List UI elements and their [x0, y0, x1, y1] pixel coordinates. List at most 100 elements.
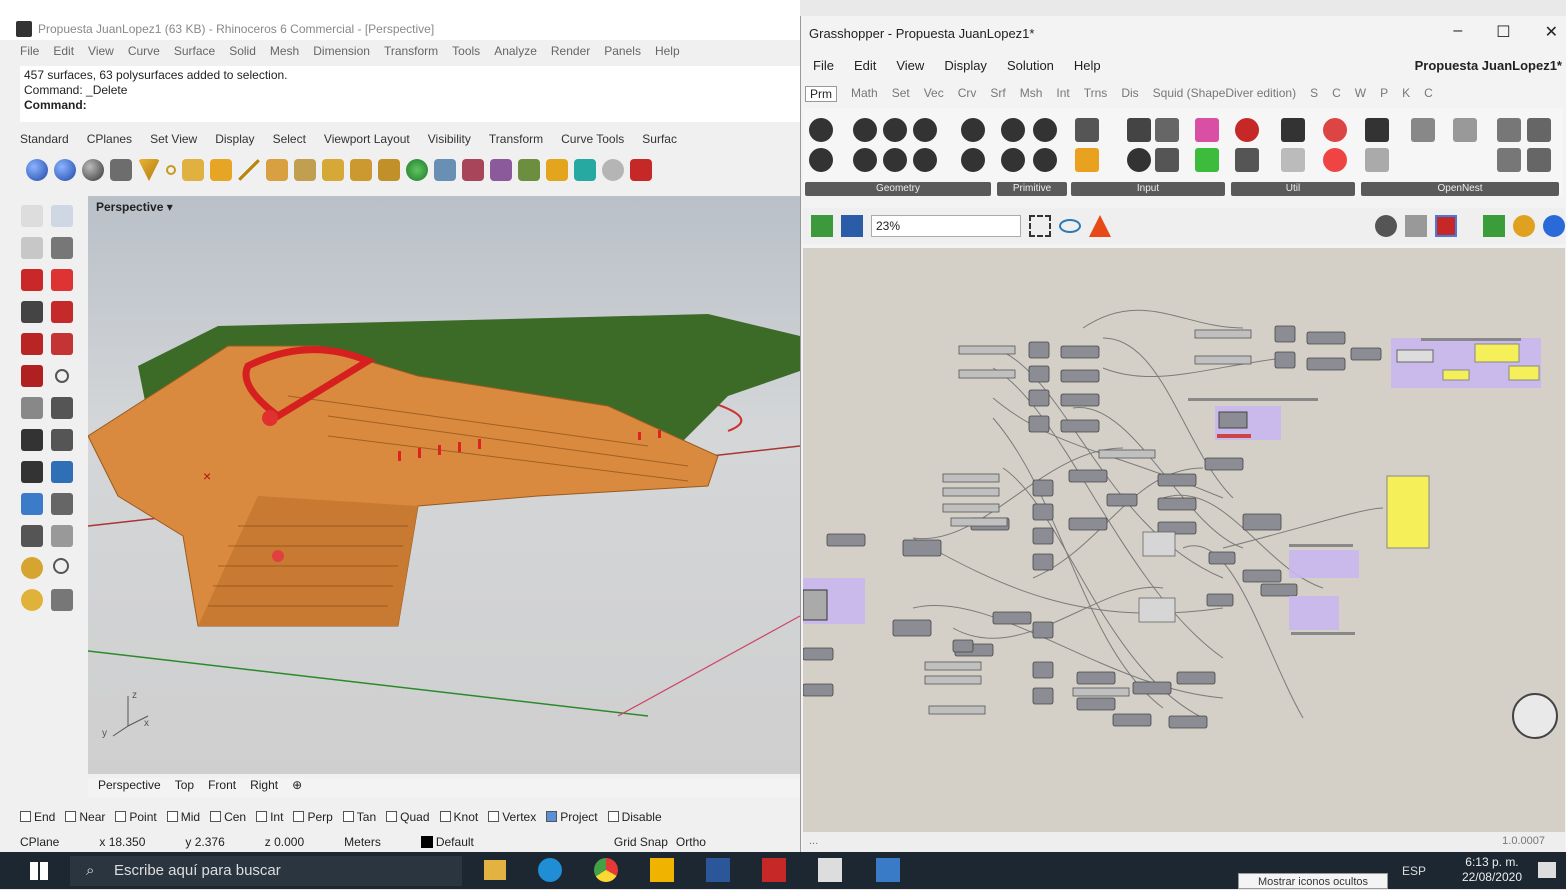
save-file-icon[interactable]: [841, 215, 863, 237]
rhino-taskbar-icon[interactable]: [818, 858, 842, 882]
status-layer[interactable]: Default: [420, 835, 514, 849]
curve-red-icon[interactable]: [21, 269, 43, 291]
box-icon[interactable]: [546, 159, 568, 181]
gradient-input-icon[interactable]: [1195, 118, 1219, 142]
rhino-menu-panels[interactable]: Panels: [604, 44, 641, 64]
rhino-menu-help[interactable]: Help: [655, 44, 680, 64]
osnap-checkbox[interactable]: [386, 811, 398, 822]
osnap-checkbox[interactable]: [65, 811, 77, 822]
notifications-icon[interactable]: [1538, 862, 1556, 878]
join-icon[interactable]: [378, 159, 400, 181]
gh-tab-c[interactable]: C: [1332, 86, 1341, 102]
taskbar-search[interactable]: ⌕ Escribe aquí para buscar: [70, 856, 462, 886]
photos-icon[interactable]: [876, 858, 900, 882]
color-swatch-icon[interactable]: [1127, 148, 1151, 172]
minimize-button[interactable]: –: [1453, 22, 1462, 42]
ribbon-label-input[interactable]: Input: [1071, 182, 1225, 196]
osnap-point[interactable]: Point: [115, 810, 157, 824]
status-ortho[interactable]: Ortho: [676, 835, 706, 849]
sticky-notes-icon[interactable]: [650, 858, 674, 882]
gh-menu-display[interactable]: Display: [944, 58, 987, 73]
rhino-menu-surface[interactable]: Surface: [174, 44, 215, 64]
osnap-checkbox[interactable]: [166, 811, 178, 822]
osnap-knot[interactable]: Knot: [439, 810, 478, 824]
tree-icon[interactable]: [1235, 148, 1259, 172]
rhino-menu-view[interactable]: View: [88, 44, 114, 64]
save-disk-icon[interactable]: [51, 237, 73, 259]
rhino-menu-solid[interactable]: Solid: [229, 44, 256, 64]
boolean-param-icon[interactable]: [1001, 148, 1025, 172]
render-sphere-icon[interactable]: [82, 159, 104, 181]
rhino-menu-analyze[interactable]: Analyze: [494, 44, 537, 64]
line-tool-icon[interactable]: [21, 237, 43, 259]
zoom-extents-icon[interactable]: [21, 557, 43, 579]
polyline-icon[interactable]: [294, 159, 316, 181]
circle-icon[interactable]: [166, 165, 176, 175]
osnap-checkbox[interactable]: [488, 811, 500, 822]
toolbar-tab-set-view[interactable]: Set View: [150, 132, 197, 152]
gh-canvas[interactable]: [803, 248, 1565, 832]
osnap-cen[interactable]: Cen: [210, 810, 246, 824]
gh-menu-solution[interactable]: Solution: [1007, 58, 1054, 73]
integer-param-icon[interactable]: [1033, 118, 1057, 142]
gh-tab-k[interactable]: K: [1402, 86, 1410, 102]
toolbar-tab-cplanes[interactable]: CPlanes: [87, 132, 132, 152]
toolbar-tab-standard[interactable]: Standard: [20, 132, 69, 152]
gh-tab-prm[interactable]: Prm: [805, 86, 837, 102]
status-units[interactable]: Meters: [344, 835, 381, 849]
gh-menu-help[interactable]: Help: [1074, 58, 1101, 73]
gh-menu-view[interactable]: View: [896, 58, 924, 73]
close-button[interactable]: ✕: [1545, 22, 1558, 42]
print-icon[interactable]: [110, 159, 132, 181]
osnap-int[interactable]: Int: [256, 810, 283, 824]
perspective-viewport[interactable]: × z x y Perspective ▾: [88, 196, 800, 774]
solid-tool-icon[interactable]: [51, 333, 73, 355]
toolbar-tab-display[interactable]: Display: [215, 132, 254, 152]
gh-tab-trns[interactable]: Trns: [1084, 86, 1108, 102]
tray-language[interactable]: ESP: [1402, 864, 1426, 878]
mesh-icon[interactable]: [21, 301, 43, 323]
osnap-checkbox[interactable]: [342, 811, 354, 822]
rhino-menu-mesh[interactable]: Mesh: [270, 44, 299, 64]
nest-icon[interactable]: [1365, 118, 1389, 142]
curve-param-icon[interactable]: [809, 148, 833, 172]
osnap-vertex[interactable]: Vertex: [488, 810, 536, 824]
osnap-checkbox[interactable]: [115, 811, 127, 822]
osnap-checkbox[interactable]: [293, 811, 305, 822]
brep-param-icon[interactable]: [883, 148, 907, 172]
flask-icon[interactable]: [1323, 148, 1347, 172]
mesh-param-icon[interactable]: [913, 148, 937, 172]
color-icon[interactable]: [1513, 215, 1535, 237]
gh-tab-crv[interactable]: Crv: [958, 86, 977, 102]
toolbar-tab-visibility[interactable]: Visibility: [428, 132, 471, 152]
arrow-outline-icon[interactable]: [1281, 148, 1305, 172]
gh-tab-s[interactable]: S: [1310, 86, 1318, 102]
settings-icon[interactable]: [1527, 148, 1551, 172]
cylinder-icon[interactable]: [51, 269, 73, 291]
osnap-near[interactable]: Near: [65, 810, 105, 824]
ribbon-label-util[interactable]: Util: [1231, 182, 1355, 196]
grid-icon[interactable]: [1497, 148, 1521, 172]
gh-tab-w[interactable]: W: [1355, 86, 1366, 102]
target-icon[interactable]: [53, 558, 69, 574]
ribbon-label-primitive[interactable]: Primitive: [997, 182, 1067, 196]
zoom-level-input[interactable]: 23%: [871, 215, 1021, 237]
button-input-icon[interactable]: [1075, 118, 1099, 142]
hammer-icon[interactable]: [1411, 118, 1435, 142]
solid-icon[interactable]: [574, 159, 596, 181]
osnap-checkbox[interactable]: [256, 811, 268, 822]
cplane-icon[interactable]: [602, 159, 624, 181]
gh-tab-math[interactable]: Math: [851, 86, 878, 102]
toolbar-tab-curve-tools[interactable]: Curve Tools: [561, 132, 624, 152]
osnap-checkbox[interactable]: [607, 811, 619, 822]
transform-icon[interactable]: [21, 429, 43, 451]
analyze-icon[interactable]: [51, 461, 73, 483]
zoom-window-icon[interactable]: [51, 525, 73, 547]
geometry-param-icon[interactable]: [809, 118, 833, 142]
chevron-down-icon[interactable]: ▾: [167, 200, 173, 214]
move-icon[interactable]: [182, 159, 204, 181]
rectangle-icon[interactable]: [210, 159, 232, 181]
trim-icon[interactable]: [350, 159, 372, 181]
gh-tab-set[interactable]: Set: [892, 86, 910, 102]
gh-tab-p[interactable]: P: [1380, 86, 1388, 102]
